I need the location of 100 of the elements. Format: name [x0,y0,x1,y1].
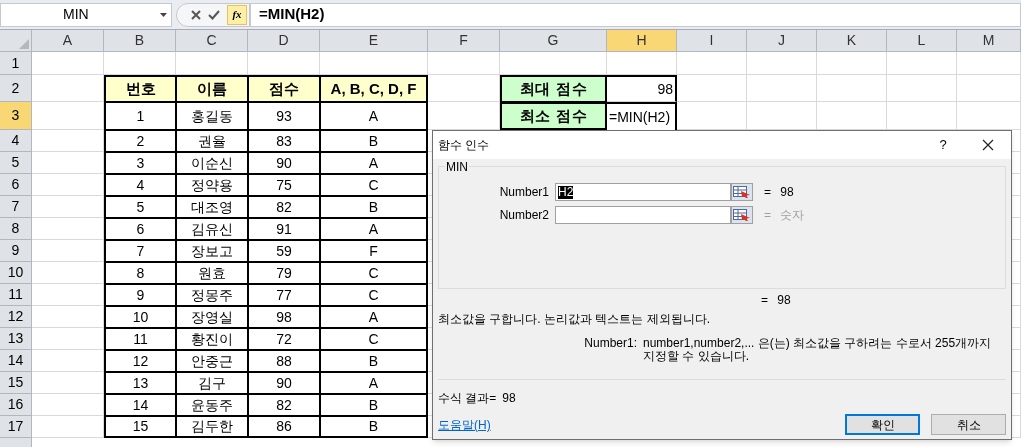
range-select-button[interactable] [731,183,753,201]
formula-result-label: 수식 결과= [438,390,497,407]
table-cell: A [320,218,428,240]
function-description: 최소값을 구합니다. 논리값과 텍스트는 제외됩니다. [438,311,710,328]
argument-field[interactable]: H2 [555,183,731,201]
column-heading: 번호 [104,75,176,102]
table-cell: 2 [104,130,176,152]
table-cell: 권율 [176,130,248,152]
table-cell: 12 [104,350,176,372]
column-header[interactable]: C [176,30,248,52]
column-header[interactable]: J [747,30,817,52]
row-header[interactable]: 3 [0,102,32,130]
table-cell: 86 [248,416,320,438]
table-cell: C [320,284,428,306]
table-cell: 장영실 [176,306,248,328]
table-cell: 김구 [176,372,248,394]
row-header[interactable]: 6 [0,174,32,196]
table-cell: 77 [248,284,320,306]
formula-value: = 98 [761,292,791,309]
summary-label: 최소 점수 [500,102,607,130]
table-cell: 장보고 [176,240,248,262]
table-cell: 83 [248,130,320,152]
table-cell: 14 [104,394,176,416]
table-cell: 10 [104,306,176,328]
column-header[interactable]: B [104,30,176,52]
table-cell: 정약용 [176,174,248,196]
row-header[interactable]: 9 [0,240,32,262]
column-header[interactable]: I [677,30,747,52]
table-cell: 이순신 [176,152,248,174]
table-cell: 59 [248,240,320,262]
column-header[interactable]: A [32,30,104,52]
column-header[interactable]: F [428,30,500,52]
name-box[interactable]: MIN [0,2,172,27]
table-cell: B [320,416,428,438]
row-header[interactable]: 7 [0,196,32,218]
table-cell: 1 [104,102,176,130]
range-select-icon [733,209,751,221]
row-header[interactable]: 16 [0,394,32,416]
table-cell: 11 [104,328,176,350]
table-cell: 5 [104,196,176,218]
range-select-button[interactable] [731,206,753,224]
table-cell: C [320,328,428,350]
table-cell: B [320,394,428,416]
row-header[interactable]: 2 [0,75,32,102]
range-select-icon [733,186,751,198]
row-header[interactable]: 15 [0,372,32,394]
row-header[interactable]: 8 [0,218,32,240]
row-header-strip [0,438,32,447]
column-header[interactable]: D [248,30,320,52]
dialog-button[interactable]: 확인 [845,414,920,435]
column-header[interactable]: M [957,30,1021,52]
table-cell: 원효 [176,262,248,284]
column-header[interactable]: K [817,30,887,52]
column-header[interactable]: E [320,30,428,52]
row-header[interactable]: 11 [0,284,32,306]
formula-result: 98 [502,390,516,407]
table-cell: 90 [248,372,320,394]
table-cell: 황진이 [176,328,248,350]
cell-editor[interactable]: =MIN(H2) [607,102,677,130]
argument-field[interactable] [555,206,731,224]
row-header[interactable]: 1 [0,52,32,75]
argument-help-label: Number1: [583,337,638,352]
corner-triangle-icon [19,39,29,49]
argument-result: = 숫자 [764,207,805,224]
table-cell: 김유신 [176,218,248,240]
insert-function-button[interactable]: fx [227,4,247,25]
column-heading: 이름 [176,75,248,102]
dialog-title: 함수 인수 [438,137,490,154]
help-button[interactable]: ? [921,131,965,159]
column-header[interactable]: G [500,30,607,52]
row-header[interactable]: 4 [0,130,32,152]
table-cell: B [320,130,428,152]
row-header[interactable]: 17 [0,416,32,438]
table-cell: 정몽주 [176,284,248,306]
close-icon [982,139,994,151]
table-cell: 8 [104,262,176,284]
column-heading: A, B, C, D, F [320,75,428,102]
formula-field[interactable]: =MIN(H2) [250,2,1021,27]
enter-icon[interactable] [208,9,220,20]
table-cell: 75 [248,174,320,196]
column-heading: 점수 [248,75,320,102]
table-cell: A [320,152,428,174]
row-header[interactable]: 5 [0,152,32,174]
row-header[interactable]: 14 [0,350,32,372]
argument-label: Number2 [498,207,550,224]
column-header[interactable]: L [887,30,957,52]
table-cell: B [320,350,428,372]
row-header[interactable]: 10 [0,262,32,284]
dialog-button[interactable]: 취소 [931,414,1006,435]
table-cell: 98 [607,75,677,102]
table-cell: 88 [248,350,320,372]
row-header[interactable]: 12 [0,306,32,328]
table-cell: 72 [248,328,320,350]
argument-result: = 98 [764,184,794,201]
column-header[interactable]: H [607,30,677,52]
help-link[interactable]: 도움말(H) [438,415,491,434]
cancel-icon[interactable] [191,9,201,20]
table-cell: 82 [248,196,320,218]
table-cell: A [320,306,428,328]
row-header[interactable]: 13 [0,328,32,350]
